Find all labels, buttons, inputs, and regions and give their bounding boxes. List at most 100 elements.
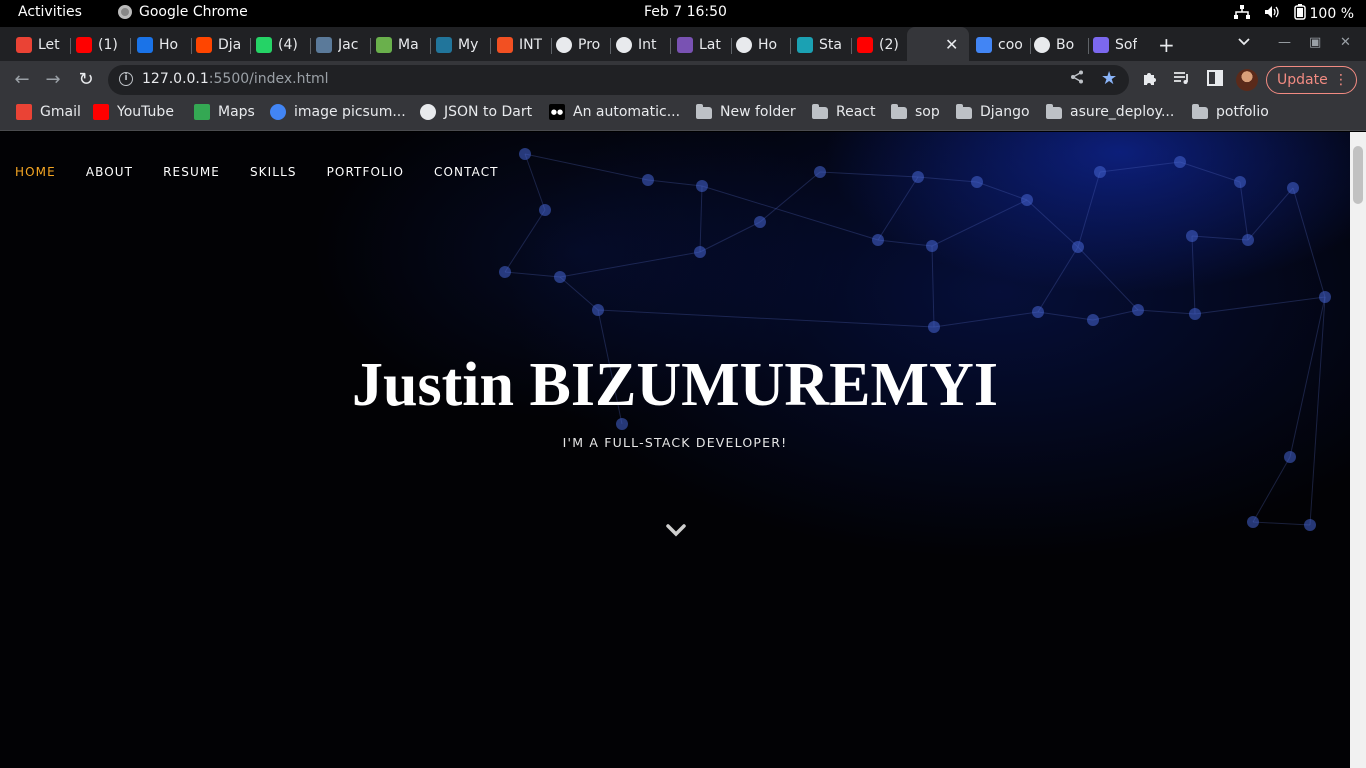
back-arrow-icon[interactable]: ← (11, 69, 33, 90)
page-scrollbar[interactable] (1350, 132, 1366, 768)
battery-status: 100 % (1293, 4, 1354, 24)
whatsapp-icon (256, 37, 272, 53)
tab-separator (310, 38, 311, 54)
code-icon (1093, 37, 1109, 53)
browser-tab[interactable]: My (436, 33, 486, 57)
browser-tab[interactable]: Int (616, 33, 666, 57)
extensions-icon[interactable] (1142, 70, 1158, 90)
browser-tab[interactable]: Sta (797, 33, 847, 57)
system-status[interactable]: 100 % (1233, 4, 1354, 24)
side-panel-icon[interactable] (1207, 70, 1223, 90)
tab-title: Sof (1115, 37, 1138, 53)
browser-tab[interactable]: Jac (316, 33, 366, 57)
browser-tab[interactable]: Pro (556, 33, 606, 57)
bookmark-label: potfolio (1216, 104, 1269, 120)
battery-icon (1293, 4, 1306, 24)
bookmark-label: Maps (218, 104, 255, 120)
bookmark-item[interactable]: React (812, 104, 875, 120)
minimize-icon[interactable]: — (1278, 35, 1291, 50)
nav-link-portfolio[interactable]: PORTFOLIO (327, 165, 404, 179)
folder-icon (891, 104, 907, 119)
tab-search-icon[interactable] (1238, 35, 1250, 50)
bookmark-item[interactable]: Django (956, 104, 1030, 120)
browser-toolbar: ← → ↻ i 127.0.0.1:5500/index.html ★ Upda… (0, 61, 1366, 99)
tab-title: Bo (1056, 37, 1075, 53)
app-menu[interactable]: Google Chrome (118, 4, 248, 20)
nav-link-resume[interactable]: RESUME (163, 165, 220, 179)
info-icon[interactable]: i (119, 72, 133, 86)
bookmark-item[interactable]: ●● An automatic... (549, 104, 680, 120)
bookmark-item[interactable]: sop (891, 104, 940, 120)
browser-tab[interactable]: Lat (677, 33, 727, 57)
address-bar[interactable]: i 127.0.0.1:5500/index.html ★ (108, 65, 1129, 95)
clock[interactable]: Feb 7 16:50 (644, 4, 727, 20)
restore-icon[interactable]: ▣ (1309, 35, 1321, 50)
bookmark-item[interactable]: image picsum... (270, 104, 406, 120)
browser-tab[interactable]: coo (976, 33, 1026, 57)
bookmark-item[interactable]: YouTube (93, 104, 174, 120)
bookmark-label: image picsum... (294, 104, 406, 120)
activities-button[interactable]: Activities (18, 4, 82, 20)
globe-icon (420, 104, 436, 120)
bookmark-label: asure_deploy... (1070, 104, 1175, 120)
bookmark-item[interactable]: asure_deploy... (1046, 104, 1174, 120)
folder-icon (812, 104, 828, 119)
bootstrap-icon (677, 37, 693, 53)
new-tab-button[interactable]: + (1158, 33, 1175, 57)
tab-separator (851, 38, 852, 54)
nav-link-home[interactable]: HOME (15, 165, 56, 179)
maps-icon (194, 104, 210, 120)
url-text[interactable]: 127.0.0.1:5500/index.html (142, 71, 329, 87)
tab-title: Lat (699, 37, 721, 53)
tab-close-icon[interactable]: ✕ (945, 35, 958, 54)
nav-link-contact[interactable]: CONTACT (434, 165, 499, 179)
tab-title: Ho (758, 37, 778, 53)
browser-tab[interactable]: Let (16, 33, 66, 57)
browser-tab[interactable]: INT (497, 33, 547, 57)
youtube-icon (93, 104, 109, 120)
hero-name: Justin BIZUMUREMYI (352, 351, 998, 419)
hexagon-icon (1034, 37, 1050, 53)
browser-tab[interactable]: Bo (1034, 33, 1084, 57)
bookmark-item[interactable]: Gmail (16, 104, 81, 120)
bookmark-star-icon[interactable]: ★ (1101, 68, 1117, 89)
scrollbar-thumb[interactable] (1353, 146, 1363, 204)
bookmark-label: JSON to Dart (444, 104, 533, 120)
browser-tab[interactable]: (2) (857, 33, 907, 57)
profile-avatar[interactable] (1236, 69, 1258, 91)
nav-link-about[interactable]: ABOUT (86, 165, 133, 179)
bookmark-item[interactable]: potfolio (1192, 104, 1269, 120)
browser-tab[interactable]: (1) (76, 33, 126, 57)
reload-icon[interactable]: ↻ (75, 69, 97, 90)
nav-link-skills[interactable]: SKILLS (250, 165, 297, 179)
browser-tab[interactable]: Dja (196, 33, 246, 57)
bookmark-item[interactable]: New folder (696, 104, 796, 120)
browser-tab[interactable]: Ma (376, 33, 426, 57)
browser-tab[interactable]: Ho (137, 33, 187, 57)
reddit-icon (196, 37, 212, 53)
bookmark-label: sop (915, 104, 940, 120)
tab-active[interactable] (907, 27, 969, 61)
tab-title: My (458, 37, 479, 53)
window-close-icon[interactable]: ✕ (1340, 35, 1351, 50)
tab-separator (551, 38, 552, 54)
forward-arrow-icon[interactable]: → (42, 69, 64, 90)
bookmark-item[interactable]: Maps (194, 104, 255, 120)
network-icon (1233, 5, 1250, 23)
browser-tab[interactable]: Sof (1093, 33, 1143, 57)
bookmark-item[interactable]: JSON to Dart (420, 104, 532, 120)
media-control-icon[interactable] (1174, 70, 1190, 89)
youtube-icon (857, 37, 873, 53)
bookmark-label: Django (980, 104, 1030, 120)
share-icon[interactable] (1070, 70, 1084, 88)
kebab-menu-icon[interactable]: ⋮ (1334, 67, 1348, 93)
google-icon (976, 37, 992, 53)
update-button[interactable]: Update ⋮ (1266, 66, 1357, 94)
browser-tab[interactable]: Ho (736, 33, 786, 57)
browser-tab[interactable]: (4) (256, 33, 306, 57)
tab-title: (1) (98, 37, 118, 53)
leaf-icon (376, 37, 392, 53)
tab-separator (490, 38, 491, 54)
tab-separator (610, 38, 611, 54)
scroll-down-chevron-icon[interactable] (666, 520, 686, 540)
